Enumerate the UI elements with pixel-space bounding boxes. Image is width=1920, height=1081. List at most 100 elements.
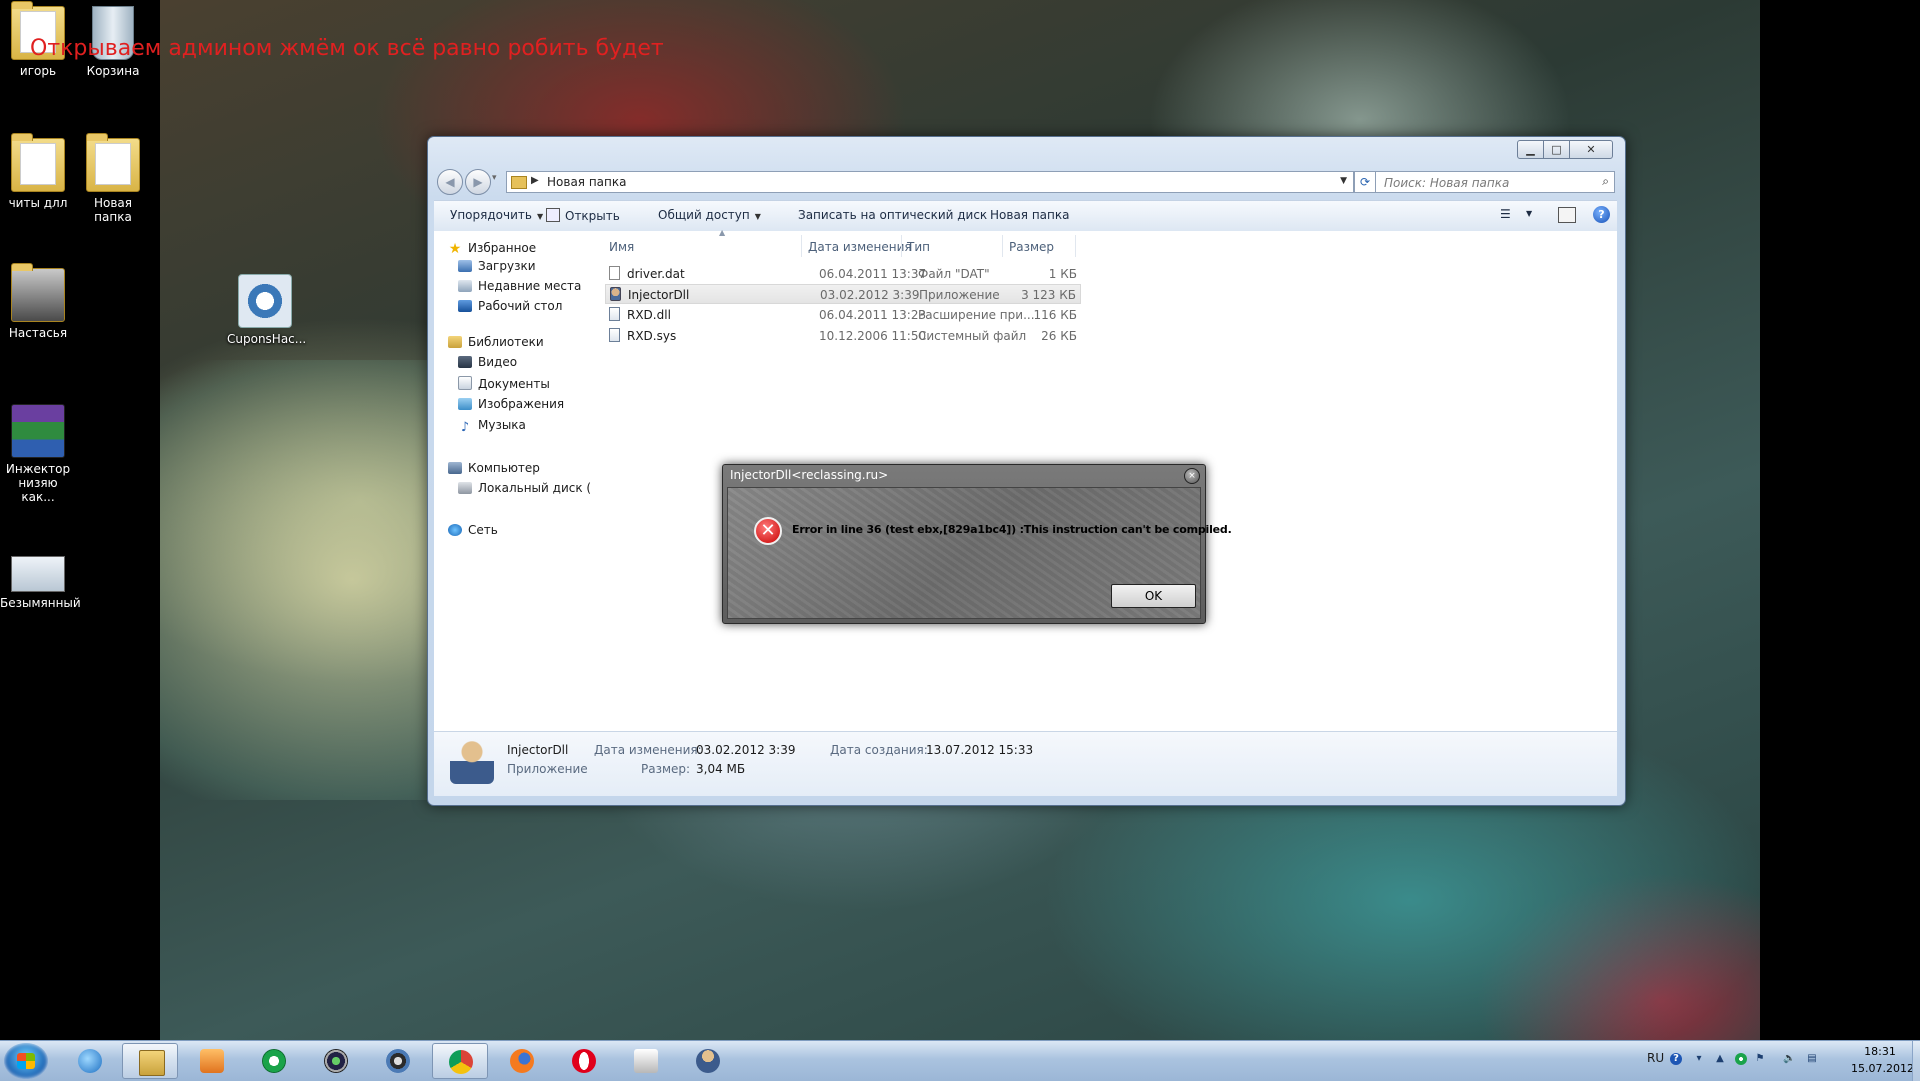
media-player-icon (200, 1049, 224, 1073)
settings-file-icon (238, 274, 292, 328)
taskbar-app-explorer[interactable] (122, 1043, 178, 1079)
pictures-icon (458, 398, 472, 410)
column-header-name[interactable]: Имя (609, 240, 634, 254)
nav-recent-places[interactable]: Недавние места (458, 279, 581, 293)
taskbar-app-green[interactable] (246, 1043, 302, 1079)
help-icon[interactable]: ? (1593, 206, 1610, 223)
desktop-icon-nastasya[interactable]: Настасья (0, 263, 76, 340)
taskbar-app-media-player[interactable] (184, 1043, 240, 1079)
clock-date[interactable]: 15.07.2012 (1851, 1062, 1914, 1075)
error-icon: ✕ (754, 517, 782, 545)
nav-favorites[interactable]: ★ Избранное (448, 241, 536, 257)
desktop-annotation-text: Открываем админом жмём ок всё равно роби… (30, 36, 664, 61)
tray-expand-icon[interactable]: ▾ (1693, 1053, 1705, 1065)
burn-button[interactable]: Записать на оптический диск (798, 208, 987, 222)
volume-icon[interactable]: 🔈 (1783, 1053, 1795, 1065)
desktop-icon-cuponshack[interactable]: CuponsHac... (227, 274, 306, 346)
desktop-icon-new-folder[interactable]: Новая папка (75, 133, 151, 224)
recent-pages-chevron-icon[interactable]: ▾ (492, 173, 497, 183)
organize-button[interactable]: Упорядочить ▼ (450, 208, 543, 222)
desktop-icon-label: Инжектор низяю как... (5, 462, 71, 504)
taskbar-app-injectordll[interactable] (680, 1043, 736, 1079)
taskbar-app-firefox[interactable] (494, 1043, 550, 1079)
downloads-icon (458, 260, 472, 272)
vault-boy-icon (450, 738, 494, 784)
column-separator[interactable] (901, 235, 902, 257)
breadcrumb-current[interactable]: Новая папка (547, 175, 626, 189)
nav-libraries[interactable]: Библиотеки (448, 335, 544, 349)
explorer-icon (139, 1050, 165, 1076)
network-icon[interactable]: ▤ (1806, 1053, 1818, 1065)
nav-video[interactable]: Видео (458, 355, 517, 369)
taskbar-app-jug[interactable] (618, 1043, 674, 1079)
view-options-icon[interactable]: ☰ (1500, 207, 1511, 221)
search-input[interactable] (1382, 174, 1591, 192)
error-message: Error in line 36 (test ebx,[829a1bc4]) :… (792, 523, 1232, 536)
nav-music[interactable]: ♪ Музыка (458, 418, 526, 435)
dialog-body: ✕ Error in line 36 (test ebx,[829a1bc4])… (727, 487, 1232, 619)
chevron-down-icon[interactable]: ▼ (1526, 209, 1532, 218)
new-folder-button[interactable]: Новая папка (990, 208, 1069, 222)
column-header-date[interactable]: Дата изменения (808, 240, 912, 254)
green-app-tray-icon[interactable] (1735, 1053, 1747, 1065)
maximize-button[interactable]: □ (1543, 140, 1570, 159)
vault-boy-icon (696, 1049, 720, 1073)
search-icon[interactable]: ⌕ (1602, 174, 1609, 189)
back-button[interactable]: ◀ (437, 169, 463, 195)
desktop-icon-cheats-dll[interactable]: читы длл (0, 133, 76, 210)
forward-button[interactable]: ▶ (465, 169, 491, 195)
column-separator[interactable] (801, 235, 802, 257)
taskbar-app-internet-explorer[interactable] (62, 1043, 118, 1079)
show-desktop-button[interactable] (1912, 1041, 1920, 1081)
dialog-title: InjectorDll<reclassing.ru> (730, 468, 889, 482)
start-button[interactable] (4, 1043, 48, 1079)
file-row-injectordll[interactable]: InjectorDll 03.02.2012 3:39 Приложение 3… (605, 284, 1081, 304)
desktop-icon-untitled[interactable]: Безымянный (0, 546, 81, 610)
share-button[interactable]: Общий доступ ▼ (658, 208, 761, 222)
address-bar[interactable]: ▶ Новая папка ▼ (506, 171, 1354, 193)
nav-network[interactable]: Сеть (448, 523, 498, 537)
nav-documents[interactable]: Документы (458, 376, 550, 391)
file-row-driver-dat[interactable]: driver.dat 06.04.2011 13:37 Файл "DAT" 1… (605, 264, 1081, 284)
preview-pane-icon[interactable] (1558, 207, 1576, 223)
column-separator[interactable] (1075, 235, 1076, 257)
desktop-icon-label: игорь (19, 64, 57, 78)
file-icon (609, 266, 620, 280)
address-dropdown-icon[interactable]: ▼ (1340, 176, 1347, 186)
details-file-kind: Приложение (507, 762, 588, 776)
recent-places-icon (458, 280, 472, 292)
breadcrumb-arrow-icon[interactable]: ▶ (531, 175, 539, 186)
clock-time[interactable]: 18:31 (1851, 1045, 1909, 1058)
show-hidden-icons-icon[interactable]: ▲ (1714, 1053, 1726, 1065)
taskbar-app-chrome[interactable] (432, 1043, 488, 1079)
desktop-icon-injector[interactable]: Инжектор низяю как... (0, 404, 76, 504)
nav-computer[interactable]: Компьютер (448, 461, 540, 475)
action-center-flag-icon[interactable]: ⚑ (1754, 1053, 1766, 1065)
help-icon[interactable]: ? (1670, 1053, 1682, 1065)
column-separator[interactable] (1002, 235, 1003, 257)
close-icon[interactable]: × (1184, 468, 1200, 484)
minimize-button[interactable]: ▁ (1517, 140, 1544, 159)
search-box[interactable]: ⌕ (1375, 171, 1615, 193)
jug-app-icon (634, 1049, 658, 1073)
file-row-rxd-dll[interactable]: RXD.dll 06.04.2011 13:23 Расширение при.… (605, 305, 1081, 325)
ok-button[interactable]: OK (1111, 584, 1196, 608)
chevron-down-icon: ▼ (754, 212, 761, 221)
file-row-rxd-sys[interactable]: RXD.sys 10.12.2006 11:50 Системный файл … (605, 326, 1081, 346)
language-indicator[interactable]: RU (1647, 1051, 1664, 1065)
nav-desktop[interactable]: Рабочий стол (458, 299, 562, 313)
column-header-type[interactable]: Тип (907, 240, 930, 254)
close-button[interactable]: ✕ (1569, 140, 1613, 159)
open-button[interactable]: Открыть (546, 208, 620, 223)
nav-local-disk[interactable]: Локальный диск (C (458, 481, 591, 495)
nav-pictures[interactable]: Изображения (458, 397, 564, 411)
taskbar-app-radar[interactable] (308, 1043, 364, 1079)
taskbar-app-gear[interactable] (370, 1043, 426, 1079)
column-header-size[interactable]: Размер (1009, 240, 1054, 254)
error-dialog[interactable]: InjectorDll<reclassing.ru> × ✕ Error in … (722, 464, 1232, 624)
taskbar-app-opera[interactable] (556, 1043, 612, 1079)
star-icon: ★ (448, 241, 462, 257)
windows-logo-icon (17, 1053, 35, 1069)
nav-downloads[interactable]: Загрузки (458, 259, 536, 273)
refresh-button[interactable]: ⟳ (1354, 171, 1376, 193)
